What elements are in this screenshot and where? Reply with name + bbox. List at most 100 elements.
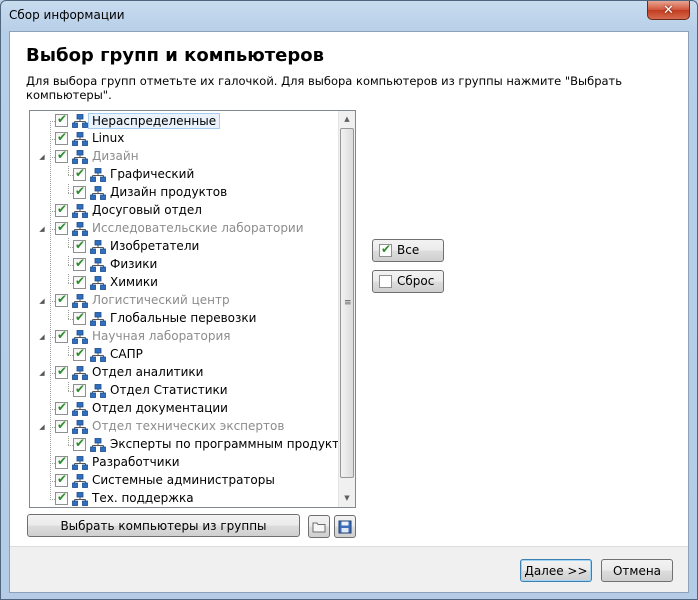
tree-item-label: Эксперты по программным продуктам [110, 437, 356, 451]
expander-icon[interactable]: ◢ [38, 153, 46, 161]
tree-item[interactable]: ✔ Изобретатели [30, 238, 338, 256]
tree-item[interactable]: ◢ ✔ Отдел аналитики [30, 364, 338, 382]
tree-item-checkbox[interactable]: ✔ [73, 256, 86, 271]
tree-item[interactable]: ✔ Разработчики [30, 454, 338, 472]
select-all-label: Все [397, 243, 420, 257]
tree-item-checkbox[interactable]: ✔ [55, 418, 68, 433]
checkmark-icon: ✔ [57, 400, 68, 414]
cancel-button[interactable]: Отмена [601, 559, 673, 582]
tree-item[interactable]: ✔ Нераспределенные [30, 112, 338, 130]
tree-item-checkbox[interactable]: ✔ [55, 148, 68, 163]
tree-item[interactable]: ✔ Физики [30, 256, 338, 274]
tree-item[interactable]: ◢ ✔ Отдел технических экспертов [30, 418, 338, 436]
network-group-icon [90, 384, 106, 398]
expander-icon[interactable]: ◢ [38, 297, 46, 305]
checkmark-icon: ✔ [57, 454, 68, 468]
tree-item-checkbox[interactable]: ✔ [73, 436, 86, 451]
tree-item-label: Глобальные перевозки [110, 311, 257, 325]
close-button[interactable]: ✕ [647, 1, 690, 20]
tree-item[interactable]: ✔ Отдел Статистики [30, 382, 338, 400]
window-title: Сбор информации [9, 8, 125, 22]
tree-item-checkbox[interactable]: ✔ [73, 382, 86, 397]
tree-scrollbar[interactable]: ▲ ≡ ▼ [338, 111, 355, 507]
tree-item-label: Изобретатели [110, 239, 200, 253]
checkmark-icon: ✔ [57, 418, 68, 432]
network-group-icon [90, 258, 106, 272]
tree-item-checkbox[interactable]: ✔ [73, 346, 86, 361]
select-all-button[interactable]: ✔ Все [372, 239, 444, 262]
checkmark-icon: ✔ [57, 490, 68, 504]
tree-item-label: Тех. поддержка [92, 491, 194, 505]
next-label: Далее >> [524, 563, 588, 578]
tree-item-checkbox[interactable]: ✔ [55, 454, 68, 469]
checkmark-icon: ✔ [57, 364, 68, 378]
checkmark-icon: ✔ [57, 220, 68, 234]
tree-item-label: Логистический центр [92, 293, 230, 307]
network-group-icon [72, 366, 88, 380]
tree-item[interactable]: ✔ Linux [30, 130, 338, 148]
tree-item-checkbox[interactable]: ✔ [55, 130, 68, 145]
title-bar[interactable]: Сбор информации ✕ [1, 1, 697, 31]
tree-item[interactable]: ✔ Графический [30, 166, 338, 184]
network-group-icon [72, 114, 88, 128]
tree-item[interactable]: ✔ САПР [30, 346, 338, 364]
expander-icon[interactable]: ◢ [38, 225, 46, 233]
checkmark-icon: ✔ [75, 184, 86, 198]
tree-item-checkbox[interactable]: ✔ [55, 400, 68, 415]
tree-item[interactable]: ✔ Дизайн продуктов [30, 184, 338, 202]
tree-item-checkbox[interactable]: ✔ [73, 274, 86, 289]
tree-item-label: Отдел Статистики [110, 383, 228, 397]
scroll-down-arrow-icon[interactable]: ▼ [339, 490, 355, 507]
expander-icon[interactable]: ◢ [38, 423, 46, 431]
tree-item[interactable]: ✔ Тех. поддержка [30, 490, 338, 507]
tree-item-checkbox[interactable]: ✔ [73, 310, 86, 325]
tree-item-label: Дизайн [92, 149, 139, 163]
tree-item[interactable]: ✔ Досуговый отдел [30, 202, 338, 220]
network-group-icon [90, 438, 106, 452]
tree-item-checkbox[interactable]: ✔ [55, 472, 68, 487]
tree-item-label: Досуговый отдел [92, 203, 202, 217]
tree-item[interactable]: ◢ ✔ Логистический центр [30, 292, 338, 310]
expander-icon[interactable]: ◢ [38, 369, 46, 377]
tree-item-checkbox[interactable]: ✔ [73, 238, 86, 253]
open-folder-button[interactable] [308, 515, 330, 538]
tree-item-checkbox[interactable]: ✔ [55, 490, 68, 505]
tree-item-checkbox[interactable]: ✔ [73, 184, 86, 199]
tree-item[interactable]: ◢ ✔ Дизайн [30, 148, 338, 166]
scroll-thumb[interactable]: ≡ [340, 128, 354, 478]
tree-item-checkbox[interactable]: ✔ [55, 364, 68, 379]
select-computers-label: Выбрать компьютеры из группы [60, 518, 267, 533]
tree-item-checkbox[interactable]: ✔ [55, 328, 68, 343]
tree-item-checkbox[interactable]: ✔ [55, 292, 68, 307]
checkmark-icon: ✔ [75, 238, 86, 252]
tree-item-label: Разработчики [92, 455, 180, 469]
scroll-up-arrow-icon[interactable]: ▲ [339, 111, 355, 128]
network-group-icon [72, 222, 88, 236]
tree-item-label: Нераспределенные [88, 113, 221, 129]
tree-item-label: САПР [110, 347, 143, 361]
tree-item-checkbox[interactable]: ✔ [55, 112, 68, 127]
tree-item[interactable]: ✔ Глобальные перевозки [30, 310, 338, 328]
tree-item-checkbox[interactable]: ✔ [73, 166, 86, 181]
tree-item[interactable]: ✔ Отдел документации [30, 400, 338, 418]
floppy-disk-icon [338, 520, 352, 533]
tree-item-checkbox[interactable]: ✔ [55, 220, 68, 235]
tree-item[interactable]: ✔ Химики [30, 274, 338, 292]
tree-item-checkbox[interactable]: ✔ [55, 202, 68, 217]
instructions-text: Для выбора групп отметьте их галочкой. Д… [26, 74, 623, 102]
tree-item[interactable]: ◢ ✔ Исследовательские лаборатории [30, 220, 338, 238]
next-button[interactable]: Далее >> [520, 559, 592, 582]
save-button[interactable] [334, 515, 356, 538]
group-tree[interactable]: ✔ Нераспределенные ✔ Linux ◢ ✔ Дизайн ✔ Графичес… [29, 110, 356, 508]
checkmark-icon: ✔ [75, 310, 86, 324]
dialog-client: Выбор групп и компьютеров Для выбора гру… [9, 31, 689, 593]
reset-button[interactable]: ✔ Сброс [372, 270, 444, 293]
tree-item[interactable]: ◢ ✔ Научная лаборатория [30, 328, 338, 346]
tree-item[interactable]: ✔ Системные администраторы [30, 472, 338, 490]
network-group-icon [72, 492, 88, 506]
folder-icon [312, 522, 326, 532]
select-computers-button[interactable]: Выбрать компьютеры из группы [27, 514, 300, 537]
expander-icon[interactable]: ◢ [38, 333, 46, 341]
checkmark-icon: ✔ [75, 436, 86, 450]
tree-item[interactable]: ✔ Эксперты по программным продуктам [30, 436, 355, 454]
